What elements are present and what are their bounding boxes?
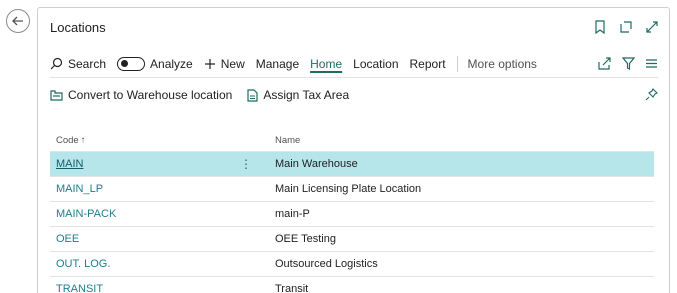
search-icon — [50, 57, 63, 70]
divider — [456, 55, 458, 72]
table-row[interactable]: MAIN_LP Main Licensing Plate Location — [50, 177, 654, 202]
convert-label: Convert to Warehouse location — [68, 88, 233, 102]
column-header-name[interactable]: Name — [275, 135, 654, 146]
side-panel — [0, 0, 37, 293]
table-row[interactable]: TRANSIT Transit — [50, 277, 654, 293]
tab-home[interactable]: Home — [310, 57, 342, 71]
warehouse-icon — [50, 89, 63, 101]
document-icon — [247, 88, 258, 102]
list-icon[interactable] — [645, 57, 658, 70]
table-row[interactable]: OEE OEE Testing — [50, 227, 654, 252]
row-name: Main Licensing Plate Location — [275, 183, 422, 195]
table-row[interactable]: OUT. LOG. Outsourced Logistics — [50, 252, 654, 277]
assign-label: Assign Tax Area — [263, 88, 350, 102]
row-code-link[interactable]: TRANSIT — [50, 283, 275, 293]
row-code-link[interactable]: MAIN-PACK — [50, 208, 275, 220]
row-code-link[interactable]: MAIN_LP — [50, 183, 275, 195]
assign-tax-area-button[interactable]: Assign Tax Area — [246, 88, 349, 102]
action-bar: Search Analyze New Manage Home Location … — [50, 50, 658, 78]
table-row[interactable]: MAIN-PACK main-P — [50, 202, 654, 227]
promoted-actions: Convert to Warehouse location Assign Tax… — [50, 82, 658, 108]
new-label: New — [220, 56, 245, 71]
search-action[interactable]: Search — [50, 57, 106, 71]
sort-ascending-icon: ↑ — [80, 135, 86, 146]
more-options[interactable]: More options — [468, 57, 537, 71]
new-action[interactable]: New — [204, 57, 245, 71]
kebab-icon[interactable]: ⋮ — [240, 157, 252, 171]
row-code-link[interactable]: OUT. LOG. — [50, 258, 275, 270]
action-bar-right — [598, 57, 658, 70]
bookmark-icon[interactable] — [593, 20, 607, 34]
expand-icon[interactable] — [645, 20, 659, 34]
analyze-toggle[interactable]: Analyze — [117, 56, 193, 71]
column-header-code[interactable]: Code ↑ — [50, 135, 275, 146]
window-controls — [593, 20, 659, 34]
back-button[interactable] — [6, 9, 30, 33]
plus-icon — [204, 58, 215, 69]
row-name: Transit — [275, 283, 309, 293]
page-title: Locations — [50, 20, 106, 35]
toggle-switch[interactable] — [117, 56, 146, 71]
row-code-link[interactable]: OEE — [50, 233, 275, 245]
row-name: Outsourced Logistics — [275, 258, 378, 270]
tab-manage[interactable]: Manage — [256, 57, 299, 71]
filter-icon[interactable] — [622, 57, 635, 70]
locations-page: Locations Search Analyze New Manage Home… — [37, 7, 670, 293]
grid-header: Code ↑ Name — [50, 130, 654, 152]
tab-location[interactable]: Location — [353, 57, 398, 71]
search-label: Search — [68, 56, 107, 71]
row-name: OEE Testing — [275, 233, 336, 245]
row-name: main-P — [275, 208, 310, 220]
open-in-new-icon[interactable] — [619, 20, 633, 34]
tab-report[interactable]: Report — [410, 57, 446, 71]
share-icon[interactable] — [598, 57, 612, 70]
locations-grid: Code ↑ Name MAIN ⋮ Main Warehouse MAIN_LP… — [50, 130, 654, 293]
code-header-label: Code — [56, 135, 79, 146]
pin-icon[interactable] — [645, 88, 658, 104]
row-name: Main Warehouse — [275, 158, 358, 170]
back-arrow-icon — [12, 16, 23, 26]
convert-to-warehouse-button[interactable]: Convert to Warehouse location — [50, 88, 232, 102]
table-row[interactable]: MAIN ⋮ Main Warehouse — [50, 152, 654, 177]
analyze-label: Analyze — [150, 56, 193, 71]
